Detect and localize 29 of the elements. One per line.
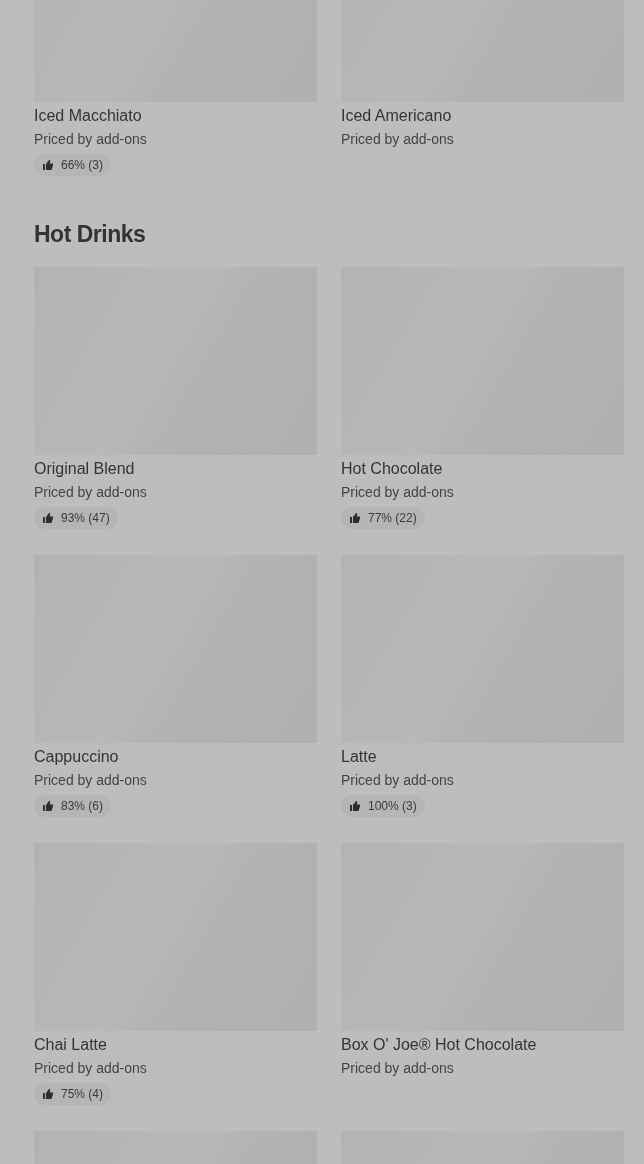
price-text: Priced by add-ons: [341, 130, 455, 149]
item-name[interactable]: Hot Chocolate: [341, 459, 624, 479]
item-name[interactable]: Iced Macchiato: [34, 106, 317, 126]
price-text: Priced by add-ons: [34, 483, 148, 502]
item-name[interactable]: Original Blend: [34, 459, 317, 479]
price-text: Priced by add-ons: [34, 1059, 148, 1078]
price-text: Priced by add-ons: [341, 1059, 455, 1078]
thumbs-up-icon: [349, 512, 361, 524]
item-name[interactable]: Iced Americano: [341, 106, 624, 126]
thumbs-up-icon: [42, 1088, 54, 1100]
thumbs-up-icon: [349, 800, 361, 812]
thumbs-up-icon: [42, 159, 54, 171]
thumbs-up-icon: [42, 512, 54, 524]
rating-badge: 66% (3): [34, 154, 112, 176]
item-name[interactable]: Latte: [341, 747, 624, 767]
section-heading: Hot Drinks: [34, 220, 147, 249]
rating-badge: 93% (47): [34, 507, 118, 529]
price-text: Priced by add-ons: [341, 771, 455, 790]
thumbs-up-icon: [42, 800, 54, 812]
item-name[interactable]: Cappuccino: [34, 747, 317, 767]
item-name[interactable]: Box O' Joe® Hot Chocolate: [341, 1035, 624, 1055]
rating-badge: 77% (22): [341, 507, 425, 529]
price-text: Priced by add-ons: [34, 771, 148, 790]
rating-badge: 75% (4): [34, 1083, 112, 1105]
price-text: Priced by add-ons: [341, 483, 455, 502]
rating-badge: 100% (3): [341, 795, 425, 817]
rating-badge: 83% (6): [34, 795, 112, 817]
item-name[interactable]: Chai Latte: [34, 1035, 317, 1055]
price-text: Priced by add-ons: [34, 130, 148, 149]
